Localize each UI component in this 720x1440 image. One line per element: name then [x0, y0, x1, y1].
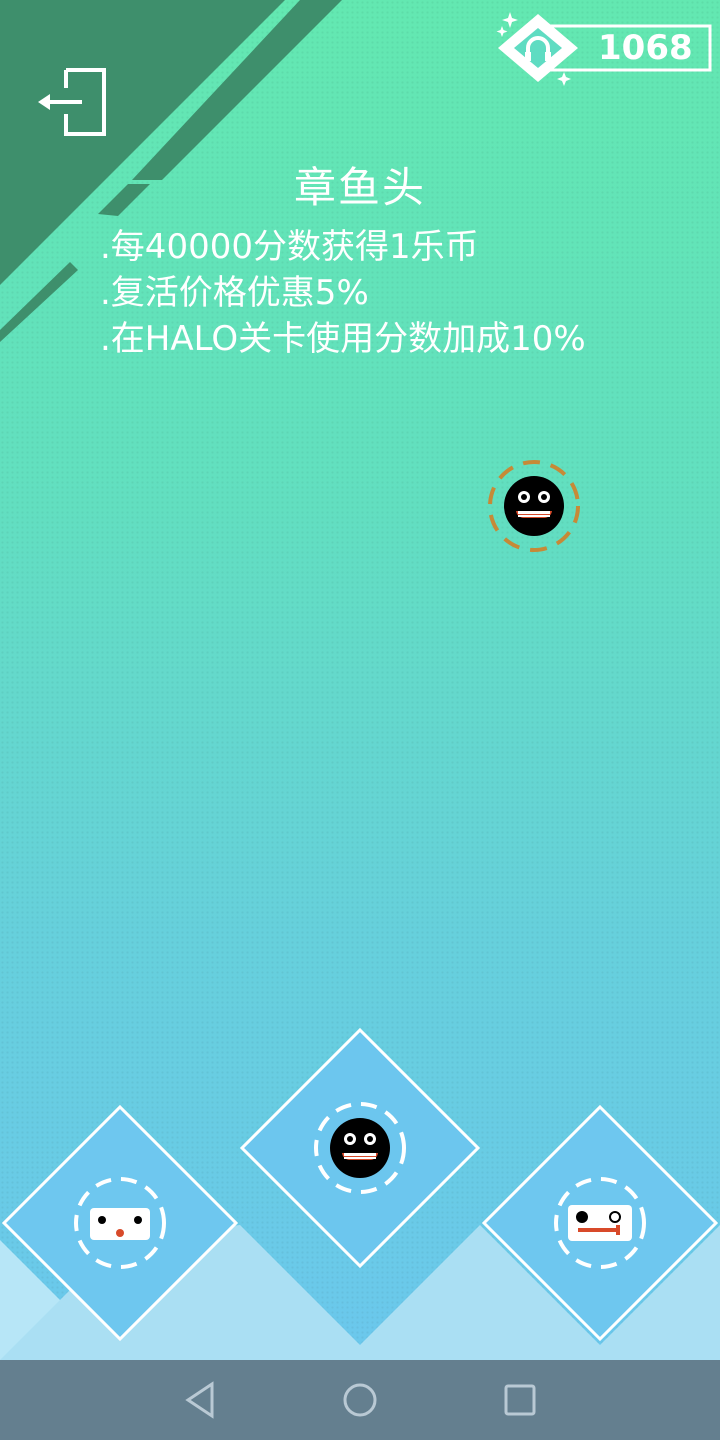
exit-door-icon — [38, 68, 106, 136]
character-preview — [488, 460, 580, 552]
coin-count: 1068 — [598, 28, 693, 68]
back-triangle-icon[interactable] — [176, 1376, 224, 1424]
home-circle-icon[interactable] — [336, 1376, 384, 1424]
character-card-octopus[interactable] — [239, 1027, 481, 1269]
character-selector — [0, 1027, 720, 1360]
octopus-face-icon — [504, 476, 564, 536]
white-robot-face-icon — [568, 1205, 632, 1241]
perk-item: .每40000分数获得1乐币 — [100, 227, 479, 267]
perk-list: .每40000分数获得1乐币 .复活价格优惠5% .在HALO关卡使用分数加成1… — [100, 224, 586, 362]
system-navbar — [0, 1360, 720, 1440]
character-name: 章鱼头 — [293, 163, 426, 212]
recents-square-icon[interactable] — [496, 1376, 544, 1424]
exit-button[interactable] — [32, 62, 112, 142]
white-block-face-icon — [90, 1208, 150, 1240]
perk-item: .复活价格优惠5% — [100, 273, 369, 313]
perk-item: .在HALO关卡使用分数加成10% — [100, 319, 586, 359]
octopus-face-icon — [330, 1118, 390, 1178]
